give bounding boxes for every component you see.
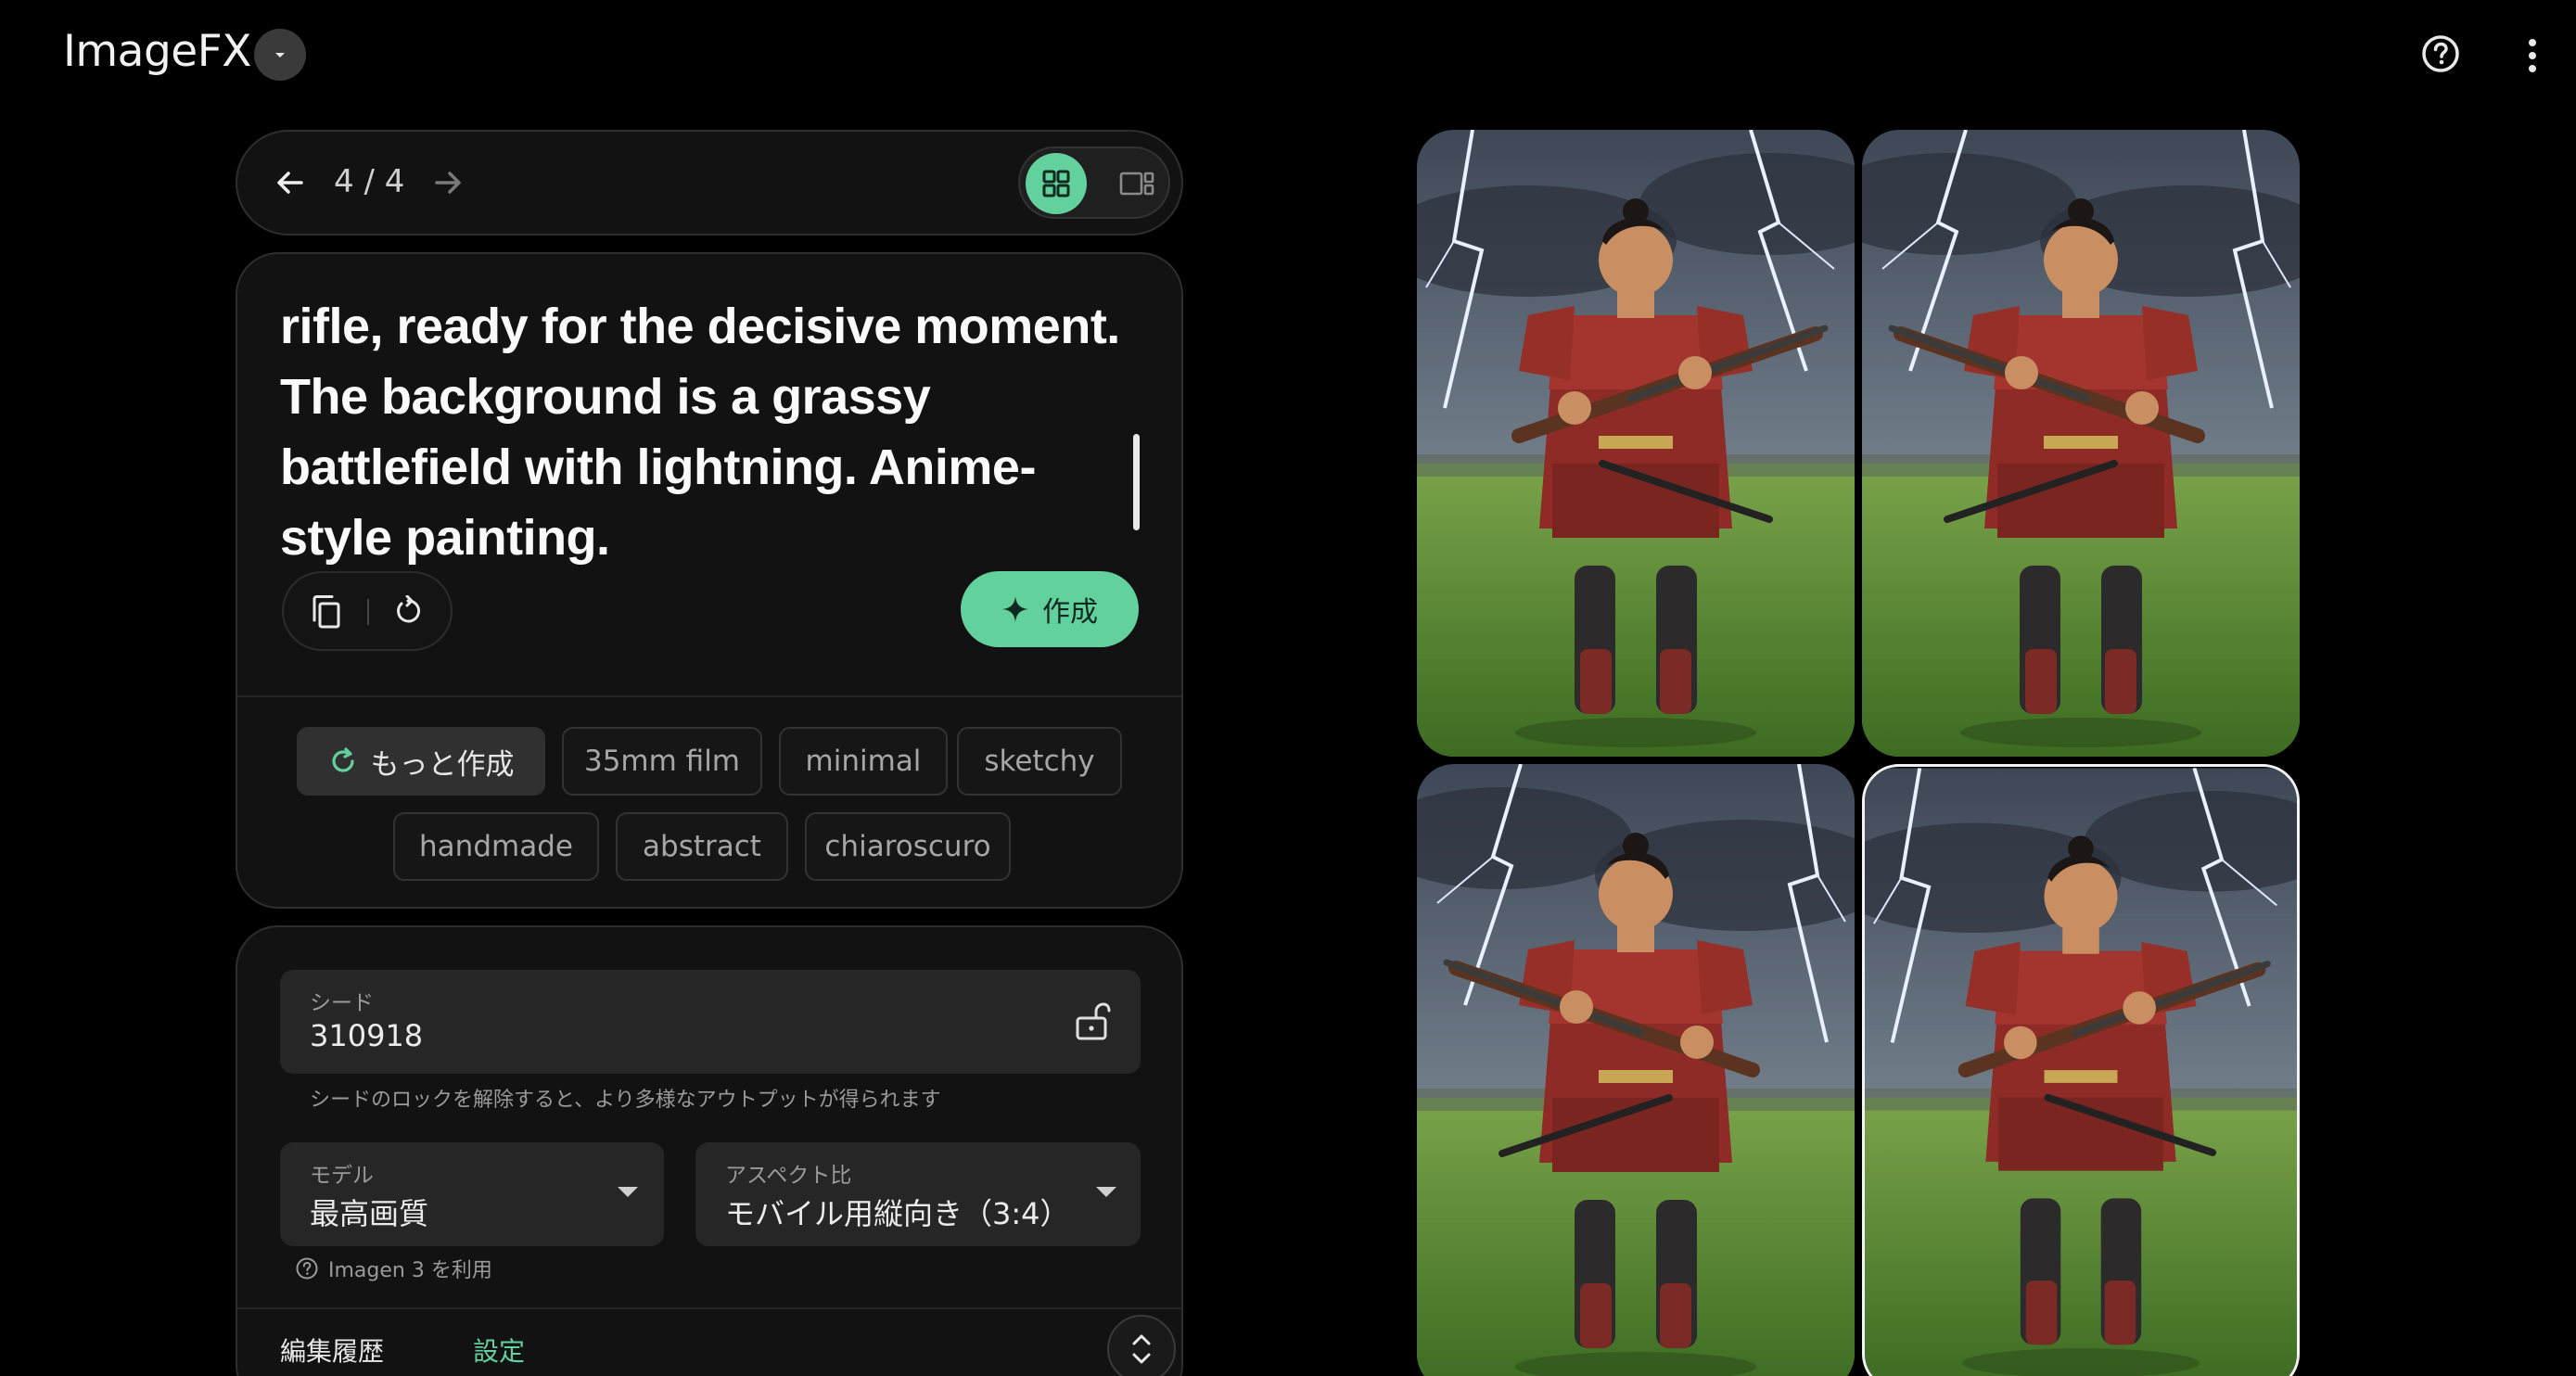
dropdown-arrow-icon	[1096, 1187, 1116, 1197]
prompt-text: A samurai warrior in crimson lacquered a…	[280, 299, 1120, 566]
generated-image-1[interactable]	[1417, 130, 1855, 757]
aspect-ratio-select[interactable]: アスペクト比 モバイル用縦向き（3:4）	[695, 1142, 1141, 1246]
single-view-icon	[1119, 172, 1154, 196]
copy-icon	[312, 595, 340, 629]
reset-icon	[397, 595, 421, 623]
info-icon	[296, 1257, 318, 1280]
generated-image-3[interactable]	[1417, 764, 1855, 1376]
image-navigation-bar: 4 / 4	[236, 130, 1183, 236]
view-toggle	[1018, 147, 1170, 219]
app-menu-button[interactable]	[254, 29, 306, 81]
next-button[interactable]	[423, 158, 473, 208]
dropdown-arrow-icon	[618, 1187, 638, 1197]
arrow-forward-icon	[435, 172, 461, 194]
grid-view-icon	[1042, 170, 1070, 197]
help-button[interactable]	[2420, 33, 2461, 74]
divider	[237, 1307, 1181, 1309]
grid-view-button[interactable]	[1026, 153, 1087, 214]
generated-image-4-selected[interactable]	[1862, 764, 2300, 1376]
seed-value: 310918	[310, 1018, 424, 1053]
prompt-input[interactable]: A samurai warrior in crimson lacquered a…	[280, 291, 1142, 792]
collapse-button[interactable]	[1107, 1315, 1176, 1376]
prompt-tools	[282, 571, 453, 651]
previous-button[interactable]	[265, 158, 315, 208]
seed-field[interactable]: シード 310918	[280, 970, 1141, 1074]
model-note: Imagen 3 を利用	[295, 1254, 492, 1283]
prompt-scrollbar[interactable]	[1133, 434, 1140, 530]
tab-settings[interactable]: 設定	[473, 1331, 525, 1369]
model-select[interactable]: モデル 最高画質	[280, 1142, 664, 1246]
aspect-value: モバイル用縦向き（3:4）	[725, 1196, 1070, 1231]
tab-history[interactable]: 編集履歴	[280, 1331, 384, 1369]
model-value: 最高画質	[310, 1196, 429, 1231]
chip-35mm-film[interactable]: 35mm film	[562, 727, 762, 796]
chip-sketchy[interactable]: sketchy	[957, 727, 1122, 796]
create-label: 作成	[1042, 596, 1098, 629]
lock-open-icon	[1076, 1002, 1111, 1040]
divider	[237, 695, 1181, 697]
seed-lock-button[interactable]	[1070, 1000, 1115, 1044]
help-icon	[2422, 35, 2459, 72]
app-title: ImageFX	[63, 26, 251, 77]
model-label: モデル	[310, 1164, 374, 1188]
generate-more-label: もっと作成	[370, 747, 515, 782]
reset-button[interactable]	[386, 590, 430, 634]
create-button[interactable]: 作成	[961, 571, 1139, 647]
prompt-card: A samurai warrior in crimson lacquered a…	[236, 252, 1183, 909]
tools-divider	[367, 599, 369, 625]
sparkle-icon	[1002, 596, 1028, 622]
chip-minimal[interactable]: minimal	[779, 727, 948, 796]
copy-button[interactable]	[304, 590, 349, 634]
model-note-text: Imagen 3 を利用	[328, 1259, 492, 1282]
more-vert-icon[interactable]	[2519, 35, 2546, 76]
collapse-icon	[1132, 1334, 1151, 1364]
generated-image-2[interactable]	[1862, 130, 2300, 757]
seed-hint: シードのロックを解除すると、より多様なアウトプットが得られます	[310, 1089, 941, 1112]
refresh-icon	[331, 747, 354, 772]
chip-chiaroscuro[interactable]: chiaroscuro	[805, 812, 1011, 881]
chip-abstract[interactable]: abstract	[616, 812, 788, 881]
chevron-down-icon	[275, 53, 285, 57]
seed-label: シード	[310, 991, 374, 1015]
settings-card: シード 310918 シードのロックを解除すると、より多様なアウトプットが得られ…	[236, 925, 1183, 1376]
chip-handmade[interactable]: handmade	[393, 812, 599, 881]
aspect-label: アスペクト比	[725, 1164, 852, 1188]
generate-more-button[interactable]: もっと作成	[297, 727, 545, 796]
arrow-back-icon	[277, 172, 303, 194]
image-counter: 4 / 4	[334, 163, 405, 200]
single-view-button[interactable]	[1109, 156, 1165, 211]
